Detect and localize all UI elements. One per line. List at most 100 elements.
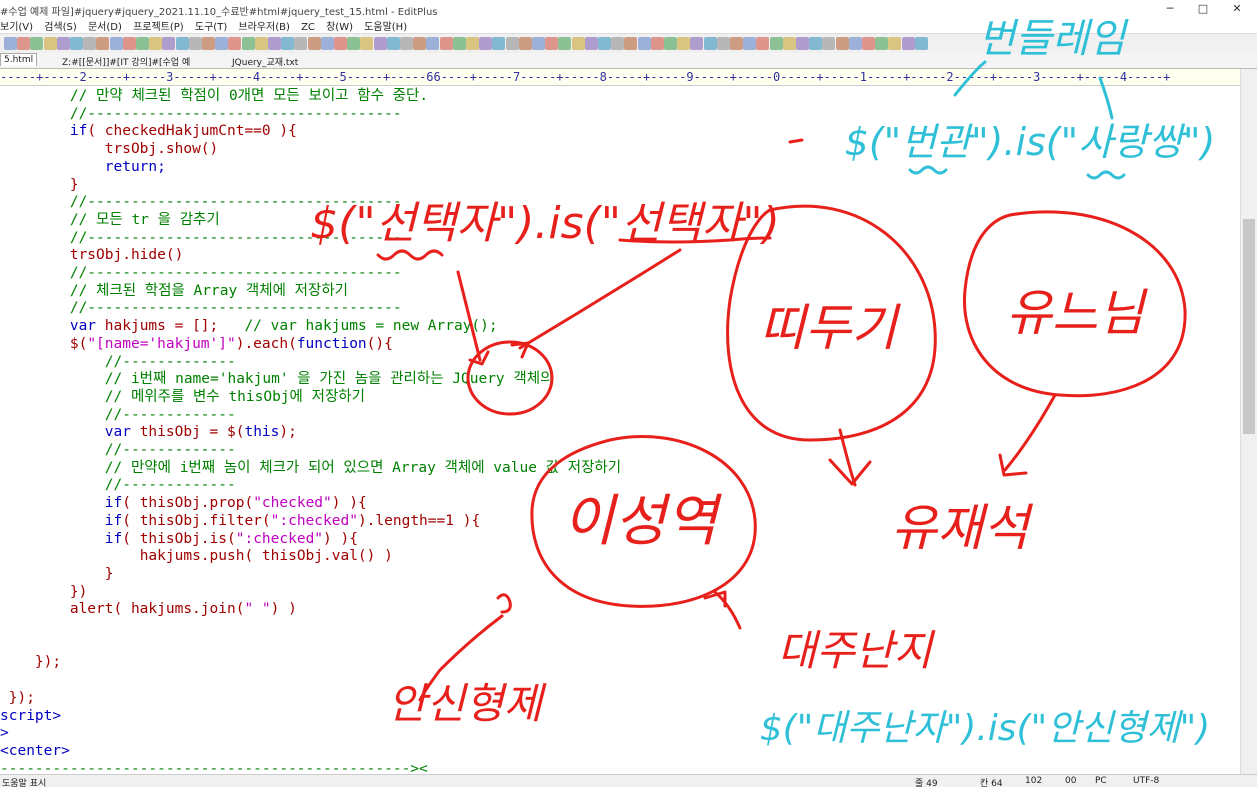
toolbar-button-icon[interactable] [96,37,110,50]
toolbar-button-icon[interactable] [822,37,836,50]
close-button[interactable]: ✕ [1217,0,1257,18]
menu-project[interactable]: 프로젝트(P) [133,22,184,33]
toolbar-button-icon[interactable] [268,37,281,50]
toolbar-button-icon[interactable] [241,37,255,50]
code-line[interactable]: $("[name='hakjum']").each(function(){ [0,335,393,353]
code-line[interactable]: > [0,724,9,742]
code-line[interactable]: script> [0,707,61,725]
toolbar-button-icon[interactable] [901,37,915,50]
toolbar-button-icon[interactable] [862,37,875,50]
code-line[interactable]: // 만약 체크된 학점이 0개면 모든 보이고 함수 중단. [0,87,428,105]
code-line[interactable]: var hakjums = []; // var hakjums = new A… [0,317,498,335]
toolbar-button-icon[interactable] [518,37,532,50]
toolbar-button-icon[interactable] [690,37,704,50]
code-line[interactable]: //------------------------------------ [0,105,402,123]
toolbar-button-icon[interactable] [373,37,387,50]
code-line[interactable]: // 만약에 i번째 놈이 체크가 되어 있으면 Array 객체에 value… [0,459,621,477]
toolbar-button-icon[interactable] [281,37,295,50]
code-editor[interactable]: // 만약 체크된 학점이 0개면 모든 보이고 함수 중단. //------… [0,86,1240,774]
toolbar-button-icon[interactable] [122,37,136,50]
toolbar-button-icon[interactable] [254,37,268,50]
toolbar-button-icon[interactable] [598,37,611,50]
menu-browser[interactable]: 브라우저(B) [238,22,289,33]
toolbar-button-icon[interactable] [30,37,44,50]
tab-jquery-textbook[interactable]: JQuery_교재.txt [232,55,298,68]
code-line[interactable]: <center> [0,742,70,760]
code-line[interactable]: // 체크된 학점을 Array 객체에 저장하기 [0,282,348,300]
scrollbar-thumb[interactable] [1243,219,1255,434]
code-line[interactable]: if( thisObj.prop("checked") ){ [0,494,367,512]
code-line[interactable]: hakjums.push( thisObj.val() ) [0,547,393,565]
toolbar-button-icon[interactable] [228,37,242,50]
code-line[interactable]: var thisObj = $(this); [0,423,297,441]
toolbar-button-icon[interactable] [452,37,466,50]
toolbar-button-icon[interactable] [848,37,862,50]
toolbar-button-icon[interactable] [875,37,889,50]
toolbar-button-icon[interactable] [83,37,97,50]
toolbar-button-icon[interactable] [439,37,453,50]
toolbar-button-icon[interactable] [4,37,17,50]
toolbar-button-icon[interactable] [360,37,374,50]
code-line[interactable]: //------------- [0,476,236,494]
code-line[interactable]: return; [0,158,166,176]
menu-tools[interactable]: 도구(T) [195,22,227,33]
toolbar-button-icon[interactable] [70,37,83,50]
toolbar-button-icon[interactable] [664,37,677,50]
toolbar-button-icon[interactable] [188,37,202,50]
toolbar-button-icon[interactable] [796,37,809,50]
toolbar-button-icon[interactable] [703,37,717,50]
tab-folder-path[interactable]: Z:#[[문서]]#[IT 강의]#[수업 예 [62,55,190,68]
vertical-scrollbar[interactable] [1240,69,1257,774]
code-line[interactable]: //------------------------------------ [0,193,402,211]
code-line[interactable]: } [0,176,79,194]
code-line[interactable]: alert( hakjums.join(" ") ) [0,600,297,618]
toolbar-button-icon[interactable] [545,37,559,50]
menu-document[interactable]: 문서(D) [88,22,122,33]
toolbar-button-icon[interactable] [175,37,189,50]
toolbar-button-icon[interactable] [307,37,321,50]
code-line[interactable]: }); [0,689,35,707]
toolbar-button-icon[interactable] [479,37,493,50]
toolbar-button-icon[interactable] [347,37,361,50]
code-line[interactable]: //------------------------------------ [0,299,402,317]
toolbar-button-icon[interactable] [637,37,651,50]
code-line[interactable]: trsObj.hide() [0,246,184,264]
code-line[interactable]: }); [0,653,61,671]
tab-html-file[interactable]: 5.html [0,53,38,66]
toolbar-button-icon[interactable] [782,37,796,50]
code-line[interactable]: //------------- [0,353,236,371]
code-line[interactable]: // 모든 tr 을 감추기 [0,211,220,229]
toolbar-button-icon[interactable] [202,37,215,50]
toolbar-button-icon[interactable] [492,37,506,50]
toolbar-button-icon[interactable] [914,37,928,50]
toolbar-button-icon[interactable] [888,37,902,50]
toolbar-button-icon[interactable] [109,37,123,50]
code-line[interactable]: if( checkedHakjumCnt==0 ){ [0,122,297,140]
toolbar-button-icon[interactable] [505,37,519,50]
code-line[interactable]: //------------- [0,406,236,424]
toolbar-button-icon[interactable] [650,37,664,50]
toolbar-button-icon[interactable] [426,37,440,50]
toolbar-button-icon[interactable] [558,37,572,50]
menu-zc[interactable]: ZC [301,22,315,33]
toolbar-button-icon[interactable] [611,37,625,50]
menu-window[interactable]: 창(W) [326,22,353,33]
toolbar-button-icon[interactable] [136,37,149,50]
toolbar-button-icon[interactable] [386,37,400,50]
menu-help[interactable]: 도움말(H) [364,22,407,33]
toolbar-button-icon[interactable] [532,37,545,50]
code-line[interactable]: } [0,565,114,583]
toolbar-button-icon[interactable] [730,37,743,50]
code-line[interactable]: }) [0,583,87,601]
toolbar-button-icon[interactable] [677,37,691,50]
toolbar-button-icon[interactable] [743,37,757,50]
code-line[interactable]: ----------------------------------------… [0,760,428,774]
toolbar-button-icon[interactable] [466,37,479,50]
code-line[interactable]: //------------- [0,441,236,459]
toolbar-button-icon[interactable] [56,37,70,50]
toolbar-button-icon[interactable] [584,37,598,50]
toolbar-button-icon[interactable] [756,37,770,50]
toolbar-button-icon[interactable] [769,37,783,50]
toolbar-button-icon[interactable] [149,37,163,50]
menu-search[interactable]: 검색(S) [44,22,77,33]
